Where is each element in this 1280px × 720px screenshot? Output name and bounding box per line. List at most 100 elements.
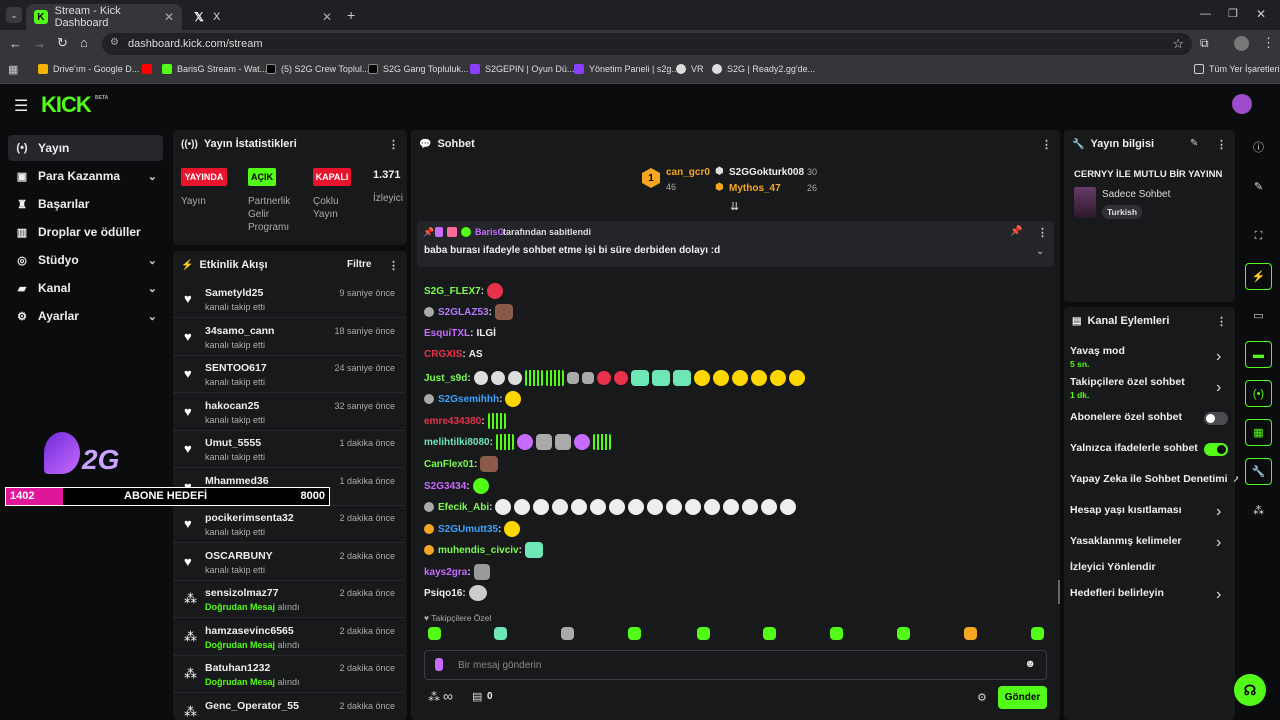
- activity-user[interactable]: Sametyld25: [205, 287, 263, 299]
- emote-icon[interactable]: [712, 370, 729, 386]
- activity-item[interactable]: ♥ hakocan25 kanalı takip etti 32 saniye önc…: [173, 394, 405, 431]
- chat-username[interactable]: S2G3434: [424, 481, 466, 492]
- unpin-icon[interactable]: 📌: [1010, 226, 1022, 237]
- activity-user[interactable]: Batuhan1232: [205, 662, 270, 674]
- toggle-on[interactable]: [1204, 443, 1228, 456]
- channel-action-item[interactable]: Hesap yaşı kısıtlaması: [1070, 504, 1182, 516]
- emote-icon[interactable]: [628, 499, 645, 515]
- activity-user[interactable]: Genc_Operator_55: [205, 700, 299, 712]
- close-window-icon[interactable]: ✕: [1256, 7, 1266, 21]
- pinned-by-user[interactable]: BarisG: [475, 227, 505, 237]
- chat-username[interactable]: muhendis_civciv: [438, 545, 519, 556]
- chat-bubble-icon[interactable]: ▬: [1245, 341, 1272, 368]
- restore-icon[interactable]: ❐: [1228, 7, 1238, 20]
- emote-icon[interactable]: [504, 521, 521, 537]
- chat-settings-icon[interactable]: ⚙: [977, 691, 987, 704]
- emote-icon[interactable]: [473, 564, 490, 580]
- activity-item[interactable]: ⁂ Genc_Operator_55 2 dakika önce: [173, 694, 405, 720]
- activity-item[interactable]: ♥ Sametyld25 kanalı takip etti 9 saniye önc…: [173, 281, 405, 318]
- reload-icon[interactable]: ↻: [57, 35, 68, 51]
- chat-scrollbar[interactable]: [1058, 580, 1060, 604]
- emote-icon[interactable]: [763, 627, 776, 640]
- emote-icon[interactable]: [554, 434, 571, 450]
- more-options-icon[interactable]: ⋮: [1041, 138, 1052, 151]
- emote-icon[interactable]: [428, 627, 441, 640]
- emote-icon[interactable]: [581, 372, 594, 384]
- emote-icon[interactable]: [487, 283, 504, 299]
- points-icon[interactable]: ⁂: [428, 690, 440, 704]
- emote-icon[interactable]: [480, 456, 499, 472]
- chat-username[interactable]: Psiqo16: [424, 588, 462, 599]
- top-chatter-name[interactable]: can_gcr0: [666, 167, 710, 178]
- language-tag[interactable]: Turkish: [1102, 205, 1143, 219]
- activity-user[interactable]: sensizolmaz77: [205, 587, 279, 599]
- user-avatar[interactable]: [1232, 94, 1252, 114]
- filter-button[interactable]: Filtre: [347, 259, 371, 270]
- chat-username[interactable]: EsquiTXL: [424, 328, 470, 339]
- emote-icon[interactable]: [561, 627, 574, 640]
- activity-item[interactable]: ♥ OSCARBUNY kanalı takip etti 2 dakika önce: [173, 544, 405, 581]
- wrench-icon[interactable]: 🔧: [1245, 458, 1272, 485]
- emote-icon[interactable]: [516, 434, 533, 450]
- tab-search-icon[interactable]: ⌄: [6, 7, 22, 23]
- emote-icon[interactable]: [788, 370, 805, 386]
- back-icon[interactable]: ←: [9, 36, 22, 51]
- emote-icon[interactable]: [535, 434, 552, 450]
- emote-icon[interactable]: [507, 371, 522, 385]
- sidebar-item-ayarlar[interactable]: ⚙ Ayarlar ⌄: [8, 303, 163, 329]
- close-tab-icon[interactable]: ✕: [322, 10, 332, 24]
- sidebar-item-studyo[interactable]: ◎ Stüdyo ⌄: [8, 247, 163, 273]
- gift-icon[interactable]: ▤: [472, 690, 482, 703]
- chat-username[interactable]: S2GLAZ53: [438, 307, 489, 318]
- emote-icon[interactable]: [704, 499, 721, 515]
- more-options-icon[interactable]: ⋮: [388, 259, 399, 272]
- emote-icon[interactable]: [651, 370, 670, 386]
- emote-icon[interactable]: [487, 413, 506, 429]
- bookmark-item[interactable]: VR: [676, 64, 704, 74]
- sidebar-item-yayin[interactable]: (•) Yayın: [8, 135, 163, 161]
- top-chatter-name[interactable]: Mythos_47: [729, 183, 781, 194]
- emote-icon[interactable]: [685, 499, 702, 515]
- channel-action-item[interactable]: Yasaklanmış kelimeler: [1070, 535, 1182, 547]
- emote-icon[interactable]: [731, 370, 748, 386]
- emote-icon[interactable]: [533, 499, 550, 515]
- chevron-right-icon[interactable]: ›: [1216, 503, 1221, 521]
- emote-icon[interactable]: [666, 499, 683, 515]
- emote-icon[interactable]: [596, 371, 611, 385]
- activity-user[interactable]: hakocan25: [205, 400, 259, 412]
- activity-user[interactable]: Umut_5555: [205, 437, 261, 449]
- broadcast-icon[interactable]: (•): [1245, 380, 1272, 407]
- document-icon[interactable]: ▭: [1245, 302, 1272, 329]
- category-name[interactable]: Sadece Sohbet: [1102, 189, 1170, 200]
- emote-icon[interactable]: [964, 627, 977, 640]
- url-field[interactable]: ⚙ dashboard.kick.com/stream ☆: [102, 33, 1192, 55]
- site-info-icon[interactable]: ⚙: [110, 37, 119, 48]
- emote-icon[interactable]: [830, 627, 843, 640]
- chevron-right-icon[interactable]: ›: [1216, 379, 1221, 397]
- tab-kick-dashboard[interactable]: K Stream - Kick Dashboard ✕: [26, 4, 182, 30]
- activity-item[interactable]: ⁂ sensizolmaz77 Doğrudan Mesaj alındı 2 dak…: [173, 581, 405, 618]
- bookmark-item[interactable]: Drive'ım - Google D...: [38, 64, 139, 74]
- emote-icon[interactable]: [545, 370, 564, 386]
- emote-icon[interactable]: [769, 370, 786, 386]
- profile-avatar[interactable]: [1234, 36, 1249, 51]
- emote-icon[interactable]: [761, 499, 778, 515]
- chevron-down-icon[interactable]: ⌄: [1036, 246, 1044, 257]
- emote-icon[interactable]: [897, 627, 910, 640]
- activity-user[interactable]: hamzasevinc6565: [205, 625, 294, 637]
- minimize-icon[interactable]: —: [1200, 8, 1211, 20]
- points-icon[interactable]: ⁂: [1245, 497, 1272, 524]
- chevron-right-icon[interactable]: ›: [1216, 534, 1221, 552]
- chat-input-box[interactable]: Bir mesaj gönderin ☻: [424, 650, 1047, 680]
- channel-action-item[interactable]: Hedefleri belirleyin: [1070, 587, 1164, 599]
- chat-username[interactable]: melihtilki8080: [424, 437, 490, 448]
- sidebar-item-basarilar[interactable]: ♜ Başarılar: [8, 191, 163, 217]
- emote-icon[interactable]: [742, 499, 759, 515]
- layout-icon[interactable]: ▦: [1245, 419, 1272, 446]
- bookmark-item[interactable]: Yönetim Paneli | s2g...: [574, 64, 679, 74]
- emote-icon[interactable]: [590, 499, 607, 515]
- activity-item[interactable]: ⁂ Batuhan1232 Doğrudan Mesaj alındı 2 dakik…: [173, 656, 405, 693]
- activity-user[interactable]: OSCARBUNY: [205, 550, 273, 562]
- kick-logo[interactable]: KICK: [41, 92, 92, 118]
- emote-icon[interactable]: [647, 499, 664, 515]
